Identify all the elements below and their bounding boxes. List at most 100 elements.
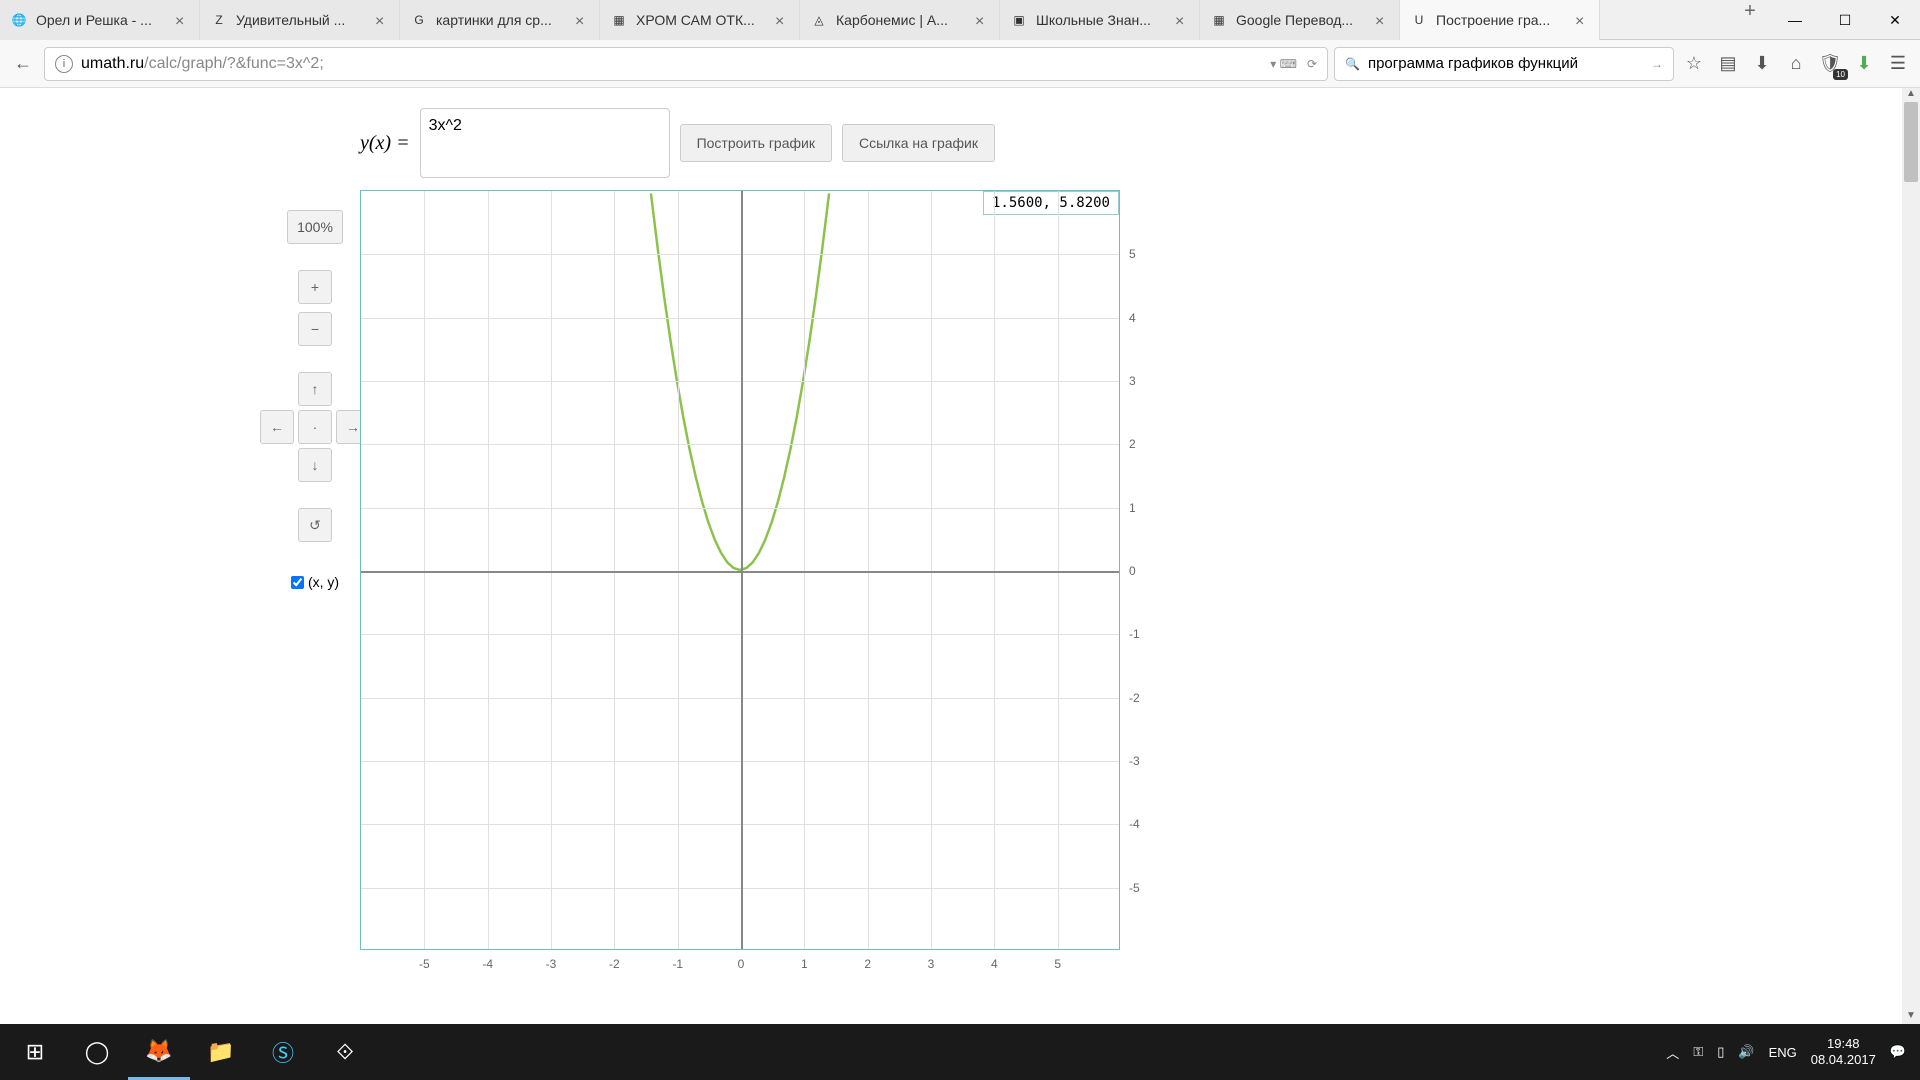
plot-button[interactable]: Построить график <box>680 124 832 162</box>
reload-icon[interactable]: ⟳ <box>1307 57 1317 71</box>
site-info-icon[interactable]: i <box>55 55 73 73</box>
scrollbar-thumb[interactable] <box>1904 102 1918 182</box>
language-indicator[interactable]: ENG <box>1769 1045 1797 1060</box>
tab-title: Google Перевод... <box>1236 12 1369 28</box>
windows-taskbar: ⊞ ◯ 🦊 📁 Ⓢ ⟐ ︿ ⚿ ▯ 🔊 ENG 19:48 08.04.2017… <box>0 1024 1920 1080</box>
y-tick-label: 1 <box>1129 501 1136 515</box>
tab-favicon: ▦ <box>1210 11 1228 29</box>
y-tick-label: 5 <box>1129 247 1136 261</box>
y-tick-label: -1 <box>1129 627 1140 641</box>
tab-title: ХРОМ САМ ОТК... <box>636 12 769 28</box>
pan-down-button[interactable]: ↓ <box>298 448 332 482</box>
zoom-level[interactable]: 100% <box>287 210 343 244</box>
taskbar-steam-icon[interactable]: ⟐ <box>314 1024 376 1080</box>
search-go-icon[interactable]: → <box>1651 57 1663 71</box>
tab-favicon: 🌐 <box>10 11 28 29</box>
battery-icon[interactable]: ▯ <box>1717 1044 1724 1060</box>
tab-strip: 🌐 Орел и Решка - ... ×Z Удивительный ...… <box>0 0 1730 40</box>
function-input[interactable] <box>420 108 670 178</box>
tab-close-icon[interactable]: × <box>375 13 389 27</box>
formula-label: y(x) = <box>360 132 410 155</box>
browser-tab[interactable]: ◬ Карбонемис | А... × <box>800 0 1000 40</box>
maximize-button[interactable]: ☐ <box>1820 0 1870 40</box>
tab-title: картинки для ср... <box>436 12 569 28</box>
browser-tab[interactable]: ▣ Школьные Знан... × <box>1000 0 1200 40</box>
system-tray: ︿ ⚿ ▯ 🔊 ENG 19:48 08.04.2017 💬 <box>1666 1036 1916 1067</box>
plot-canvas[interactable]: 1.5600, 5.8200 -5-4-3-2-1012345-5-4-3-2-… <box>360 190 1120 950</box>
library-icon[interactable]: ▤ <box>1714 50 1742 78</box>
y-tick-label: -5 <box>1129 881 1140 895</box>
close-window-button[interactable]: ✕ <box>1870 0 1920 40</box>
tab-close-icon[interactable]: × <box>1175 13 1189 27</box>
bookmark-star-icon[interactable]: ☆ <box>1680 50 1708 78</box>
browser-tab[interactable]: Z Удивительный ... × <box>200 0 400 40</box>
browser-tab[interactable]: U Построение гра... × <box>1400 0 1600 40</box>
minimize-button[interactable]: — <box>1770 0 1820 40</box>
xy-readout-toggle[interactable]: (x, y) <box>291 574 339 590</box>
x-tick-label: 3 <box>928 957 935 971</box>
browser-tab[interactable]: ▦ ХРОМ САМ ОТК... × <box>600 0 800 40</box>
x-tick-label: -2 <box>609 957 620 971</box>
tab-favicon: ◬ <box>810 11 828 29</box>
url-text: umath.ru/calc/graph/?&func=3x^2; <box>81 55 1270 73</box>
zoom-in-button[interactable]: + <box>298 270 332 304</box>
pan-up-button[interactable]: ↑ <box>298 372 332 406</box>
y-tick-label: -4 <box>1129 817 1140 831</box>
tab-close-icon[interactable]: × <box>975 13 989 27</box>
tab-close-icon[interactable]: × <box>775 13 789 27</box>
search-input[interactable] <box>1368 55 1651 72</box>
x-tick-label: -3 <box>546 957 557 971</box>
notifications-icon[interactable]: 💬 <box>1890 1044 1906 1060</box>
home-icon[interactable]: ⌂ <box>1782 50 1810 78</box>
taskbar-firefox-icon[interactable]: 🦊 <box>128 1024 190 1080</box>
reset-view-button[interactable]: ↺ <box>298 508 332 542</box>
tray-chevron-icon[interactable]: ︿ <box>1666 1043 1679 1062</box>
url-bar[interactable]: i umath.ru/calc/graph/?&func=3x^2; ▾ ⌨ ⟳ <box>44 47 1328 81</box>
scroll-down-icon[interactable]: ▼ <box>1902 1010 1920 1024</box>
clock[interactable]: 19:48 08.04.2017 <box>1811 1036 1876 1067</box>
taskbar-skype-icon[interactable]: Ⓢ <box>252 1024 314 1080</box>
taskbar-explorer-icon[interactable]: 📁 <box>190 1024 252 1080</box>
pan-left-button[interactable]: ← <box>260 410 294 444</box>
download-arrow-icon[interactable]: ⬇ <box>1850 50 1878 78</box>
pan-center-button[interactable]: · <box>298 410 332 444</box>
x-tick-label: -4 <box>482 957 493 971</box>
tab-close-icon[interactable]: × <box>175 13 189 27</box>
menu-icon[interactable]: ☰ <box>1884 50 1912 78</box>
x-tick-label: -5 <box>419 957 430 971</box>
scroll-up-icon[interactable]: ▲ <box>1902 88 1920 102</box>
taskbar-chrome-icon[interactable]: ◯ <box>66 1024 128 1080</box>
browser-tab[interactable]: ▦ Google Перевод... × <box>1200 0 1400 40</box>
zoom-out-button[interactable]: − <box>298 312 332 346</box>
browser-tab[interactable]: G картинки для ср... × <box>400 0 600 40</box>
x-tick-label: 2 <box>864 957 871 971</box>
browser-titlebar: 🌐 Орел и Решка - ... ×Z Удивительный ...… <box>0 0 1920 40</box>
tab-close-icon[interactable]: × <box>575 13 589 27</box>
reader-mode-icon[interactable]: ▾ ⌨ <box>1270 57 1297 71</box>
tab-title: Удивительный ... <box>236 12 369 28</box>
downloads-icon[interactable]: ⬇ <box>1748 50 1776 78</box>
extension-shield-icon[interactable]: 🛡 <box>1816 50 1844 78</box>
new-tab-button[interactable]: + <box>1730 0 1770 23</box>
y-tick-label: 0 <box>1129 564 1136 578</box>
y-tick-label: -3 <box>1129 754 1140 768</box>
tab-close-icon[interactable]: × <box>1375 13 1389 27</box>
link-button[interactable]: Ссылка на график <box>842 124 995 162</box>
search-bar[interactable]: 🔍 → <box>1334 47 1674 81</box>
wifi-icon[interactable]: ⚿ <box>1693 1044 1703 1060</box>
x-tick-label: 5 <box>1054 957 1061 971</box>
browser-toolbar: ← i umath.ru/calc/graph/?&func=3x^2; ▾ ⌨… <box>0 40 1920 88</box>
xy-checkbox[interactable] <box>291 576 304 589</box>
browser-tab[interactable]: 🌐 Орел и Решка - ... × <box>0 0 200 40</box>
volume-icon[interactable]: 🔊 <box>1738 1044 1754 1060</box>
y-tick-label: 4 <box>1129 311 1136 325</box>
tab-favicon: Z <box>210 11 228 29</box>
tab-favicon: ▦ <box>610 11 628 29</box>
tab-title: Школьные Знан... <box>1036 12 1169 28</box>
start-button[interactable]: ⊞ <box>4 1024 66 1080</box>
search-icon: 🔍 <box>1345 57 1360 71</box>
tab-close-icon[interactable]: × <box>1575 13 1589 27</box>
vertical-scrollbar[interactable]: ▲ ▼ <box>1902 88 1920 1024</box>
graph-area: 100% + − ↑ ← · → ↓ ↺ (x, y) <box>360 190 1920 950</box>
back-button[interactable]: ← <box>8 49 38 79</box>
